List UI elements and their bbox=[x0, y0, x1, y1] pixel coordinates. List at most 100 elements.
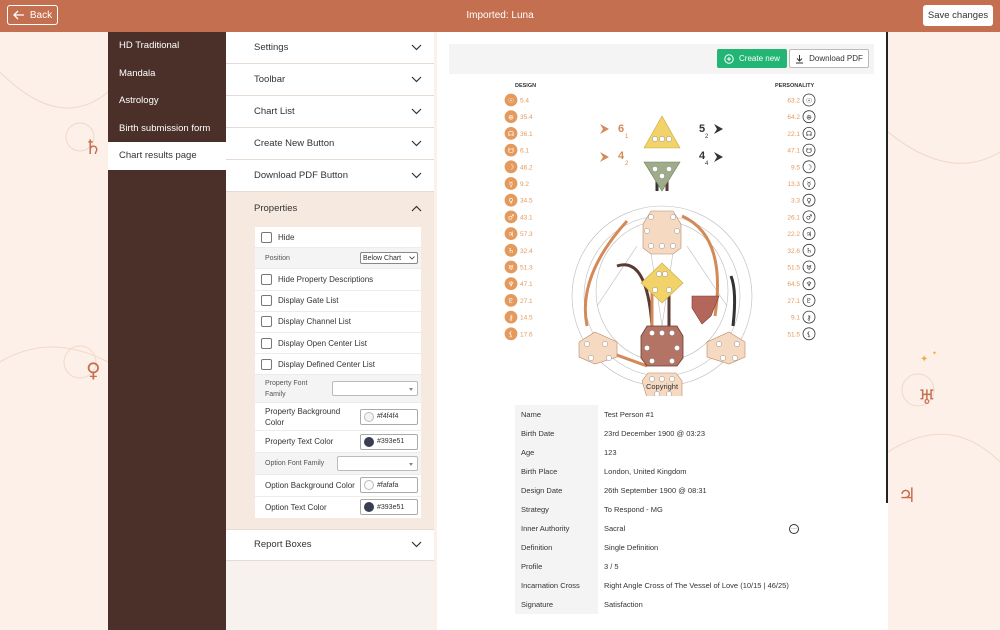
prop-bg-color-option: Property Background Color #f4f4f4 bbox=[255, 403, 421, 432]
color-swatch bbox=[364, 436, 374, 447]
planet-glyph: ⊕ bbox=[806, 114, 812, 122]
property-key: Definition bbox=[515, 538, 598, 557]
property-value: Sacral bbox=[598, 519, 805, 538]
hide-checkbox[interactable] bbox=[261, 231, 272, 243]
gate-dot bbox=[584, 341, 590, 347]
property-value: Single Definition bbox=[598, 538, 805, 557]
gate-dot bbox=[734, 341, 740, 347]
gate-dot bbox=[649, 376, 655, 382]
gate-dot bbox=[652, 136, 658, 142]
arrow-small-number: 2 bbox=[705, 134, 709, 140]
table-row: Profile 3 / 5 bbox=[515, 557, 805, 576]
display-channel-checkbox[interactable] bbox=[261, 316, 272, 328]
saturn-glyph: ♄ bbox=[84, 135, 102, 159]
position-select[interactable]: Below Chart bbox=[360, 252, 418, 265]
hide-desc-checkbox[interactable] bbox=[261, 273, 272, 285]
opt-font-family-select[interactable] bbox=[336, 455, 418, 471]
sidebar-item-birth-form[interactable]: Birth submission form bbox=[108, 115, 226, 143]
arrow-big-number: 6 bbox=[618, 123, 624, 135]
display-gate-checkbox[interactable] bbox=[261, 295, 272, 307]
property-value: Satisfaction bbox=[598, 595, 805, 614]
display-gate-option[interactable]: Display Gate List bbox=[255, 291, 421, 312]
bodygraph-chart: DESIGN PERSONALITY 6 1 4 2 5 2 4 4 ☉ 5.4… bbox=[504, 83, 816, 396]
page-title: Imported: Luna bbox=[466, 10, 534, 21]
accordion-properties[interactable]: Properties bbox=[226, 192, 434, 224]
arrow-small-number: 1 bbox=[625, 134, 629, 140]
gate-dot bbox=[659, 243, 665, 249]
chevron-down-icon bbox=[411, 172, 422, 179]
display-channel-option[interactable]: Display Channel List bbox=[255, 312, 421, 333]
sidebar-item-mandala[interactable]: Mandala bbox=[108, 60, 226, 88]
accordion-chart-list[interactable]: Chart List bbox=[226, 96, 434, 128]
prop-font-family-select[interactable] bbox=[332, 381, 418, 397]
accordion-report-boxes[interactable]: Report Boxes bbox=[226, 528, 434, 561]
planet-glyph: ☊ bbox=[508, 130, 514, 138]
planet-glyph: ⚷ bbox=[508, 314, 513, 322]
arrow-right-top bbox=[714, 124, 723, 134]
opt-font-family-option: Option Font Family bbox=[255, 453, 421, 475]
personality-gate-value: 13.3 bbox=[787, 181, 800, 188]
head-center bbox=[643, 115, 681, 149]
gate-dot bbox=[649, 358, 655, 364]
gate-dot bbox=[674, 228, 680, 234]
properties-panel: Hide Position Below Chart Hide Property … bbox=[226, 224, 434, 529]
table-row: Signature Satisfaction bbox=[515, 595, 805, 614]
arrow-left-top bbox=[600, 124, 609, 134]
color-value: #393e51 bbox=[377, 503, 405, 511]
arrows-right: 5 2 4 4 bbox=[699, 123, 723, 167]
hide-desc-option[interactable]: Hide Property Descriptions bbox=[255, 269, 421, 291]
display-defined-option[interactable]: Display Defined Center List bbox=[255, 354, 421, 376]
design-gate-value: 36.1 bbox=[520, 131, 533, 138]
arrow-small-number: 2 bbox=[625, 161, 629, 167]
prop-bg-color-input[interactable]: #f4f4f4 bbox=[360, 408, 418, 425]
gate-dot bbox=[602, 341, 608, 347]
accordion-download-pdf-button[interactable]: Download PDF Button bbox=[226, 160, 434, 192]
planet-glyph: ☋ bbox=[508, 147, 514, 155]
gate-dot bbox=[656, 271, 662, 277]
color-value: #393e51 bbox=[377, 438, 405, 446]
accordion-label: Chart List bbox=[254, 106, 295, 117]
personality-gate-value: 47.1 bbox=[787, 148, 800, 155]
accordion-settings[interactable]: Settings bbox=[226, 32, 434, 64]
planet-glyph: ♆ bbox=[806, 281, 812, 289]
chevron-down-icon bbox=[411, 76, 422, 83]
chevron-down-icon bbox=[411, 108, 422, 115]
gate-dot bbox=[652, 287, 658, 293]
personality-gate-value: 3.3 bbox=[791, 198, 800, 205]
arrow-left-bottom bbox=[600, 152, 609, 162]
planet-glyph: ☿ bbox=[509, 180, 513, 188]
display-open-checkbox[interactable] bbox=[261, 337, 272, 349]
opt-text-color-label: Option Text Color bbox=[265, 502, 327, 512]
gate-dot bbox=[662, 271, 668, 277]
property-key: Profile bbox=[515, 557, 598, 576]
sidebar: HD Traditional Mandala Astrology Birth s… bbox=[108, 32, 226, 630]
display-open-option[interactable]: Display Open Center List bbox=[255, 333, 421, 355]
copyright-text: Copyright bbox=[646, 382, 679, 391]
personality-gate-value: 51.5 bbox=[787, 265, 800, 272]
more-icon[interactable]: ··· bbox=[789, 524, 799, 534]
display-defined-checkbox[interactable] bbox=[261, 358, 272, 370]
hide-option[interactable]: Hide bbox=[255, 227, 421, 249]
download-pdf-button[interactable]: Download PDF bbox=[789, 49, 869, 68]
gate-dot bbox=[670, 243, 676, 249]
opt-text-color-input[interactable]: #393e51 bbox=[360, 499, 418, 515]
gate-dot bbox=[666, 391, 672, 396]
save-changes-button[interactable]: Save changes bbox=[923, 5, 993, 26]
accordion-create-new-button[interactable]: Create New Button bbox=[226, 128, 434, 160]
planet-glyph: ☋ bbox=[806, 147, 812, 155]
prop-text-color-input[interactable]: #393e51 bbox=[360, 433, 418, 450]
color-value: #fafafa bbox=[377, 481, 399, 489]
personality-gate-value: 51.5 bbox=[787, 331, 800, 338]
planet-glyph: ⚸ bbox=[806, 331, 811, 339]
accordion-toolbar[interactable]: Toolbar bbox=[226, 64, 434, 96]
planet-glyph: ♅ bbox=[806, 264, 812, 272]
opt-bg-color-input[interactable]: #fafafa bbox=[360, 477, 418, 493]
planet-glyph: ♅ bbox=[508, 264, 514, 272]
plus-circle-icon bbox=[724, 53, 734, 64]
sidebar-item-hd-traditional[interactable]: HD Traditional bbox=[108, 32, 226, 60]
sidebar-item-astrology[interactable]: Astrology bbox=[108, 87, 226, 115]
create-new-button[interactable]: Create new bbox=[717, 49, 787, 68]
sidebar-item-chart-results[interactable]: Chart results page bbox=[108, 142, 226, 170]
design-gate-value: 43.1 bbox=[520, 214, 533, 221]
gate-dot bbox=[659, 136, 665, 142]
